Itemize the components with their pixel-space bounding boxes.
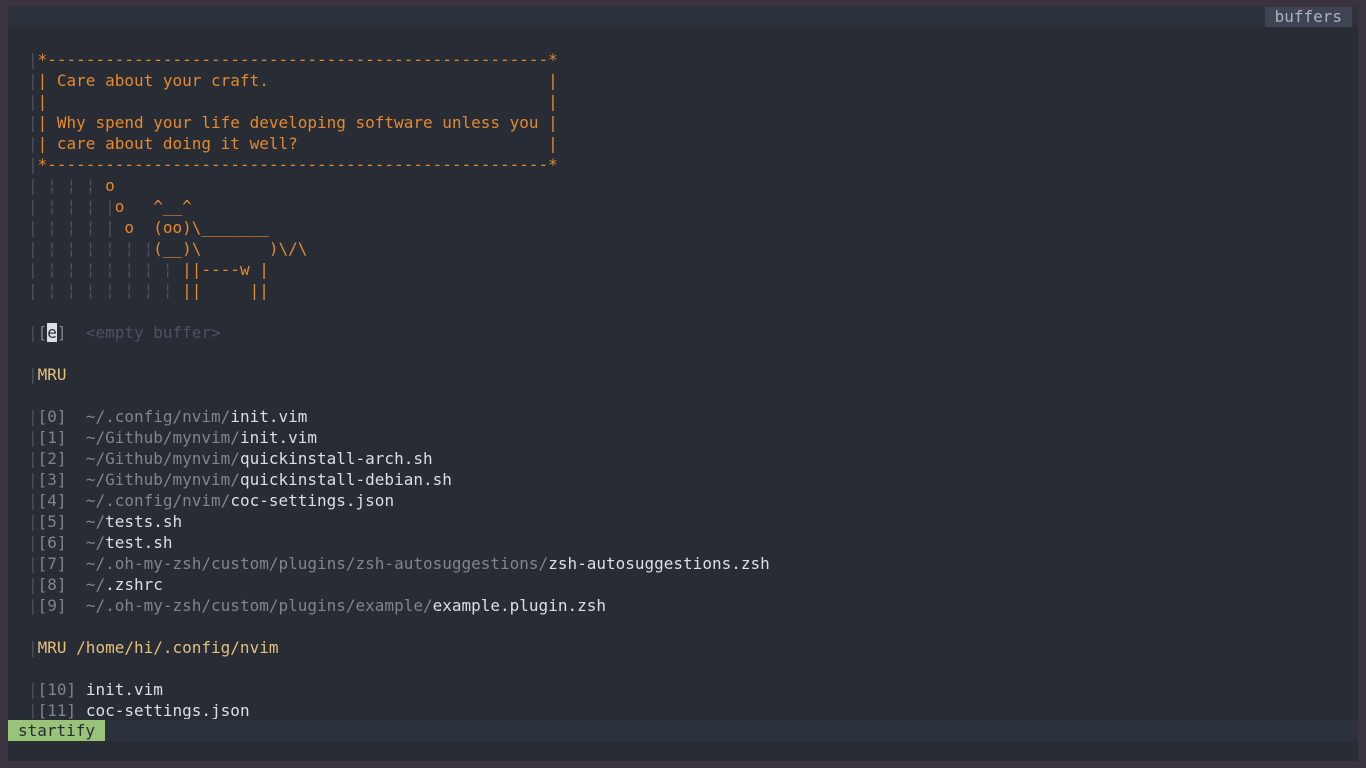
mru-cwd-entry[interactable]: |[11] coc-settings.json bbox=[8, 700, 1358, 719]
header-box-bottom: |*--------------------------------------… bbox=[28, 155, 558, 174]
statusline: startify bbox=[8, 720, 1358, 741]
mru-entry[interactable]: |[2] ~/Github/mynvim/quickinstall-arch.s… bbox=[8, 448, 1358, 469]
command-line[interactable] bbox=[8, 741, 1358, 761]
mru-entry[interactable]: |[9] ~/.oh-my-zsh/custom/plugins/example… bbox=[8, 595, 1358, 616]
header-line-1: || Care about your craft. | bbox=[28, 71, 558, 90]
mru-entry[interactable]: |[3] ~/Github/mynvim/quickinstall-debian… bbox=[8, 469, 1358, 490]
cow-art-line: | ¦ ¦ ¦ ¦ ¦ ¦(__)\ )\/\ bbox=[28, 239, 308, 258]
mru-entry[interactable]: |[6] ~/test.sh bbox=[8, 532, 1358, 553]
tabline: buffers bbox=[8, 7, 1358, 27]
mru-entry[interactable]: |[8] ~/.zshrc bbox=[8, 574, 1358, 595]
empty-buffer-label: <empty buffer> bbox=[85, 323, 221, 342]
mru-entry[interactable]: |[0] ~/.config/nvim/init.vim bbox=[8, 406, 1358, 427]
mru-entry[interactable]: |[4] ~/.config/nvim/coc-settings.json bbox=[8, 490, 1358, 511]
mru-entry[interactable]: |[7] ~/.oh-my-zsh/custom/plugins/zsh-aut… bbox=[8, 553, 1358, 574]
cow-art-line: | ¦ ¦ ¦ ¦ ¦ ¦ ¦ ||----w | bbox=[28, 260, 269, 279]
header-line-4: || care about doing it well? | bbox=[28, 134, 558, 153]
mru-entry[interactable]: |[1] ~/Github/mynvim/init.vim bbox=[8, 427, 1358, 448]
section-title-mru: |MRU bbox=[28, 365, 67, 384]
mru-cwd-entry[interactable]: |[10] init.vim bbox=[8, 679, 1358, 700]
nvim-window: buffers |*------------------------------… bbox=[8, 7, 1358, 761]
header-line-3: || Why spend your life developing softwa… bbox=[28, 113, 558, 132]
section-title-mru-cwd: |MRU /home/hi/.config/nvim bbox=[28, 638, 279, 657]
cow-art-line: | ¦ ¦ ¦ |o ^__^ bbox=[28, 197, 192, 216]
mru-entry[interactable]: |[5] ~/tests.sh bbox=[8, 511, 1358, 532]
cow-art-line: | ¦ ¦ ¦ | o (oo)\_______ bbox=[28, 218, 269, 237]
cursor: e bbox=[47, 323, 57, 342]
startify-buffer[interactable]: |*--------------------------------------… bbox=[8, 49, 1358, 719]
header-box-top: |*--------------------------------------… bbox=[28, 50, 558, 69]
tab-buffers[interactable]: buffers bbox=[1264, 7, 1352, 27]
mode-indicator: startify bbox=[8, 720, 106, 741]
cow-art-line: | ¦ ¦ ¦ ¦ ¦ ¦ ¦ || || bbox=[28, 281, 269, 300]
header-line-2: || | bbox=[28, 92, 558, 111]
cow-art-line: | ¦ ¦ ¦ o bbox=[28, 176, 115, 195]
empty-buffer-entry[interactable]: |[e] <empty buffer> bbox=[8, 322, 1358, 343]
